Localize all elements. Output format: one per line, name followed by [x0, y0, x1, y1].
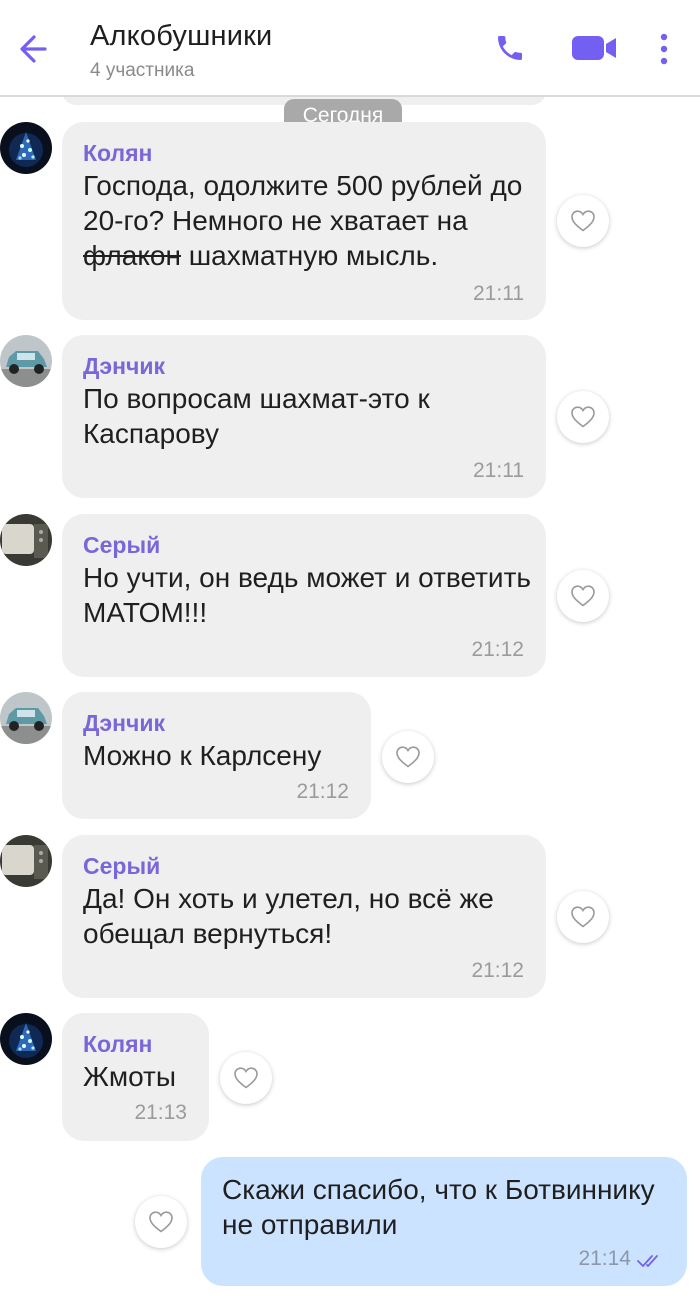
avatar-seryi[interactable] [0, 835, 52, 887]
sender-name[interactable]: Колян [83, 140, 152, 167]
like-button[interactable] [557, 570, 609, 622]
message-time: 21:12 [471, 959, 524, 982]
heart-icon [571, 585, 595, 607]
like-button[interactable] [382, 731, 434, 783]
message-text: Да! Он хоть и улетел, но всё же обещал в… [83, 883, 494, 949]
like-button[interactable] [557, 891, 609, 943]
more-vert-icon[interactable] [656, 32, 672, 66]
like-button[interactable] [557, 391, 609, 443]
message-time: 21:11 [473, 459, 524, 482]
message-time: 21:11 [473, 282, 524, 305]
participants-count: 4 участника [90, 60, 195, 81]
strikethrough-text: флакон [83, 240, 181, 271]
message-text: По вопросам шахмат-это к Каспарову [83, 383, 430, 449]
video-icon[interactable] [570, 33, 618, 63]
heart-icon [571, 210, 595, 232]
message-list[interactable]: Сегодня Колян Господа, одолжите 500 рубл… [0, 97, 700, 1296]
message-time: 21:14 [578, 1247, 631, 1270]
like-button[interactable] [557, 195, 609, 247]
chat-title[interactable]: Алкобушники [90, 20, 272, 53]
heart-icon [571, 906, 595, 928]
like-button[interactable] [135, 1196, 187, 1248]
message-time: 21:13 [134, 1101, 187, 1124]
heart-icon [396, 746, 420, 768]
back-arrow-icon[interactable] [14, 28, 56, 70]
message-text: Скажи спасибо, что к Ботвиннику не отпра… [222, 1174, 655, 1240]
chat-header: Алкобушники 4 участника [0, 0, 700, 97]
heart-icon [149, 1211, 173, 1233]
avatar-kolyan[interactable] [0, 1013, 52, 1065]
message-text: Но учти, он ведь может и ответить МАТОМ!… [83, 562, 531, 628]
avatar-seryi[interactable] [0, 514, 52, 566]
heart-icon [571, 406, 595, 428]
message-bubble[interactable]: Колян Господа, одолжите 500 рублей до 20… [62, 122, 546, 320]
sender-name[interactable]: Дэнчик [83, 353, 165, 380]
avatar-denchik[interactable] [0, 692, 52, 744]
message-bubble[interactable]: Колян Жмоты 21:13 [62, 1013, 209, 1141]
sender-name[interactable]: Серый [83, 532, 160, 559]
message-bubble[interactable]: Серый Да! Он хоть и улетел, но всё же об… [62, 835, 546, 998]
double-check-icon [637, 1255, 658, 1267]
message-bubble[interactable]: Дэнчик По вопросам шахмат-это к Каспаров… [62, 335, 546, 498]
avatar-kolyan[interactable] [0, 122, 52, 174]
sender-name[interactable]: Серый [83, 853, 160, 880]
message-bubble[interactable]: Серый Но учти, он ведь может и ответить … [62, 514, 546, 677]
sender-name[interactable]: Колян [83, 1031, 152, 1058]
outgoing-message-bubble[interactable]: Скажи спасибо, что к Ботвиннику не отпра… [201, 1157, 687, 1286]
message-text: Жмоты [83, 1061, 177, 1092]
phone-icon[interactable] [494, 32, 526, 64]
message-bubble[interactable]: Дэнчик Можно к Карлсену 21:12 [62, 692, 371, 819]
heart-icon [234, 1067, 258, 1089]
like-button[interactable] [220, 1052, 272, 1104]
message-time: 21:12 [471, 638, 524, 661]
message-time: 21:12 [296, 780, 349, 803]
avatar-denchik[interactable] [0, 335, 52, 387]
message-text: Господа, одолжите 500 рублей до 20-го? Н… [83, 170, 523, 271]
sender-name[interactable]: Дэнчик [83, 710, 165, 737]
message-text: Можно к Карлсену [83, 740, 322, 771]
